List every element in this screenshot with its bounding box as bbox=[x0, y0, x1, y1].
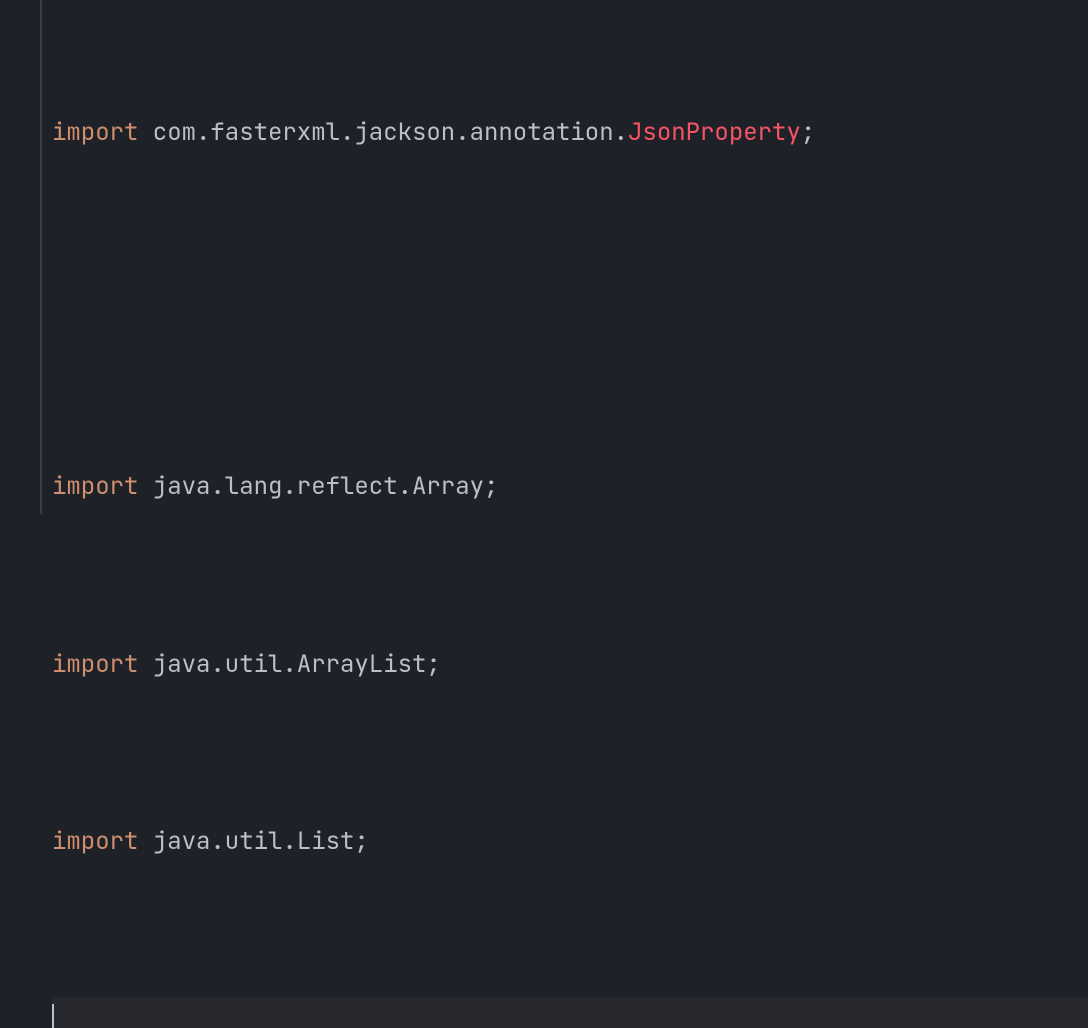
text: ; bbox=[801, 111, 815, 155]
text: java.util.List; bbox=[138, 820, 368, 864]
text: java.util.ArrayList; bbox=[138, 643, 440, 687]
current-line[interactable] bbox=[52, 997, 1088, 1028]
cursor-icon bbox=[52, 1004, 54, 1028]
code-line[interactable]: import java.lang.reflect.Array; bbox=[52, 466, 1088, 510]
code-editor[interactable]: import com.fasterxml.jackson.annotation.… bbox=[0, 0, 1088, 514]
keyword: import bbox=[52, 643, 138, 687]
code-line[interactable]: import java.util.List; bbox=[52, 820, 1088, 864]
text: com.fasterxml.jackson.annotation. bbox=[138, 111, 628, 155]
blank-line[interactable] bbox=[52, 288, 1088, 332]
editor-gutter bbox=[0, 0, 42, 514]
text: java.lang.reflect.Array; bbox=[138, 465, 498, 509]
code-line[interactable]: import java.util.ArrayList; bbox=[52, 643, 1088, 687]
class-name-error: JsonProperty bbox=[628, 111, 801, 155]
code-area[interactable]: import com.fasterxml.jackson.annotation.… bbox=[42, 0, 1088, 514]
keyword: import bbox=[52, 111, 138, 155]
keyword: import bbox=[52, 465, 138, 509]
code-line[interactable]: import com.fasterxml.jackson.annotation.… bbox=[52, 111, 1088, 155]
keyword: import bbox=[52, 820, 138, 864]
